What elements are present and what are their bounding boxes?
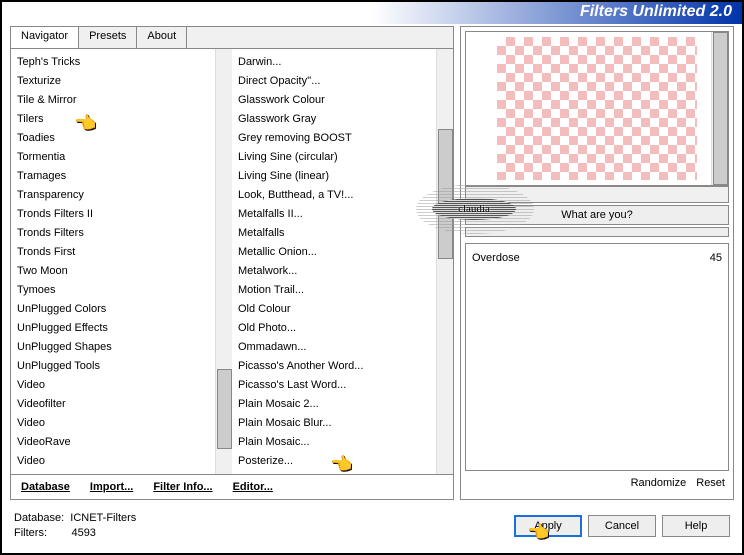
list-item[interactable]: Transparency <box>13 186 213 205</box>
database-button[interactable]: Database <box>21 481 70 493</box>
list-item[interactable]: Posterize... <box>234 452 434 471</box>
param-value: 45 <box>710 252 722 264</box>
tab-presets[interactable]: Presets <box>79 27 137 48</box>
list-item[interactable]: Plain Mosaic 2... <box>234 395 434 414</box>
params-area: Overdose 45 <box>465 243 729 471</box>
list-item[interactable]: Tronds Filters <box>13 224 213 243</box>
filter-info-button[interactable]: Filter Info... <box>153 481 212 493</box>
list-item[interactable]: Video <box>13 452 213 471</box>
preview-image <box>497 37 697 180</box>
titlebar: Filters Unlimited 2.0 <box>2 2 742 24</box>
import-button[interactable]: Import... <box>90 481 133 493</box>
list-item[interactable]: Videofilter <box>13 395 213 414</box>
app-title: Filters Unlimited 2.0 <box>580 3 732 21</box>
list-item[interactable]: Old Colour <box>234 300 434 319</box>
list-item[interactable]: Glasswork Gray <box>234 110 434 129</box>
navigator-pane: Navigator Presets About Teph's TricksTex… <box>10 26 454 500</box>
list-item[interactable]: Toadies <box>13 129 213 148</box>
cancel-button[interactable]: Cancel <box>588 515 656 537</box>
list-item[interactable]: Metallic Onion... <box>234 243 434 262</box>
list-item[interactable]: Living Sine (linear) <box>234 167 434 186</box>
param-row: Overdose 45 <box>472 250 722 266</box>
status-text: Database: ICNET-Filters Filters: 4593 <box>14 511 136 541</box>
list-item[interactable]: Metalfalls <box>234 224 434 243</box>
list-item[interactable]: UnPlugged Tools <box>13 357 213 376</box>
list-item[interactable]: UnPlugged Effects <box>13 319 213 338</box>
param-name: Overdose <box>472 252 520 264</box>
list-item[interactable]: Ommadawn... <box>234 338 434 357</box>
list-item[interactable]: Grey removing BOOST <box>234 129 434 148</box>
tab-strip: Navigator Presets About <box>11 27 453 49</box>
list-item[interactable]: Metalwork... <box>234 262 434 281</box>
footer: Database: ICNET-Filters Filters: 4593 Ap… <box>2 504 742 548</box>
list-item[interactable]: Glasswork Colour <box>234 91 434 110</box>
reset-button[interactable]: Reset <box>696 477 725 489</box>
list-item[interactable]: UnPlugged Shapes <box>13 338 213 357</box>
list-item[interactable]: Tilers <box>13 110 213 129</box>
list-item[interactable]: VideoRave <box>13 433 213 452</box>
navigator-buttons: Database Import... Filter Info... Editor… <box>11 474 453 499</box>
preview-pane: What are you? Overdose45 Randomize Reset <box>460 26 734 500</box>
filter-list[interactable]: Darwin...Direct Opacity''...Glasswork Co… <box>232 49 436 474</box>
tab-navigator[interactable]: Navigator <box>11 27 79 48</box>
list-item[interactable]: Living Sine (circular) <box>234 148 434 167</box>
list-item[interactable]: Two Moon <box>13 262 213 281</box>
list-item[interactable]: Tramages <box>13 167 213 186</box>
list-item[interactable]: Tronds Filters II <box>13 205 213 224</box>
randomize-button[interactable]: Randomize <box>631 477 687 489</box>
list-item[interactable]: Picasso's Last Word... <box>234 376 434 395</box>
category-scrollbar[interactable] <box>215 49 232 474</box>
list-item[interactable]: Old Photo... <box>234 319 434 338</box>
filter-scrollbar[interactable] <box>436 49 453 474</box>
list-item[interactable]: Picasso's Another Word... <box>234 357 434 376</box>
list-item[interactable]: Tormentia <box>13 148 213 167</box>
list-item[interactable]: Plain Mosaic... <box>234 433 434 452</box>
list-item[interactable]: Tile & Mirror <box>13 91 213 110</box>
list-item[interactable]: Texturize <box>13 72 213 91</box>
watermark: claudia <box>432 198 516 220</box>
category-list[interactable]: Teph's TricksTexturizeTile & MirrorTiler… <box>11 49 215 474</box>
preview-scroll-v[interactable] <box>711 32 728 185</box>
tab-about[interactable]: About <box>137 27 187 48</box>
list-item[interactable]: Teph's Tricks <box>13 53 213 72</box>
list-item[interactable]: Rasterline... <box>234 471 434 474</box>
list-item[interactable]: UnPlugged Colors <box>13 300 213 319</box>
list-item[interactable]: Direct Opacity''... <box>234 72 434 91</box>
apply-button[interactable]: Apply <box>514 515 582 537</box>
list-item[interactable]: Motion Trail... <box>234 281 434 300</box>
list-item[interactable]: Video <box>13 414 213 433</box>
list-item[interactable]: Video <box>13 376 213 395</box>
list-item[interactable]: Tymoes <box>13 281 213 300</box>
help-button[interactable]: Help <box>662 515 730 537</box>
list-item[interactable]: Visual Manipulation <box>13 471 213 474</box>
list-item[interactable]: Metalfalls II... <box>234 205 434 224</box>
list-item[interactable]: Plain Mosaic Blur... <box>234 414 434 433</box>
list-item[interactable]: Look, Butthead, a TV!... <box>234 186 434 205</box>
list-item[interactable]: Tronds First <box>13 243 213 262</box>
list-item[interactable]: Darwin... <box>234 53 434 72</box>
editor-button[interactable]: Editor... <box>233 481 273 493</box>
preview-area <box>465 31 729 186</box>
